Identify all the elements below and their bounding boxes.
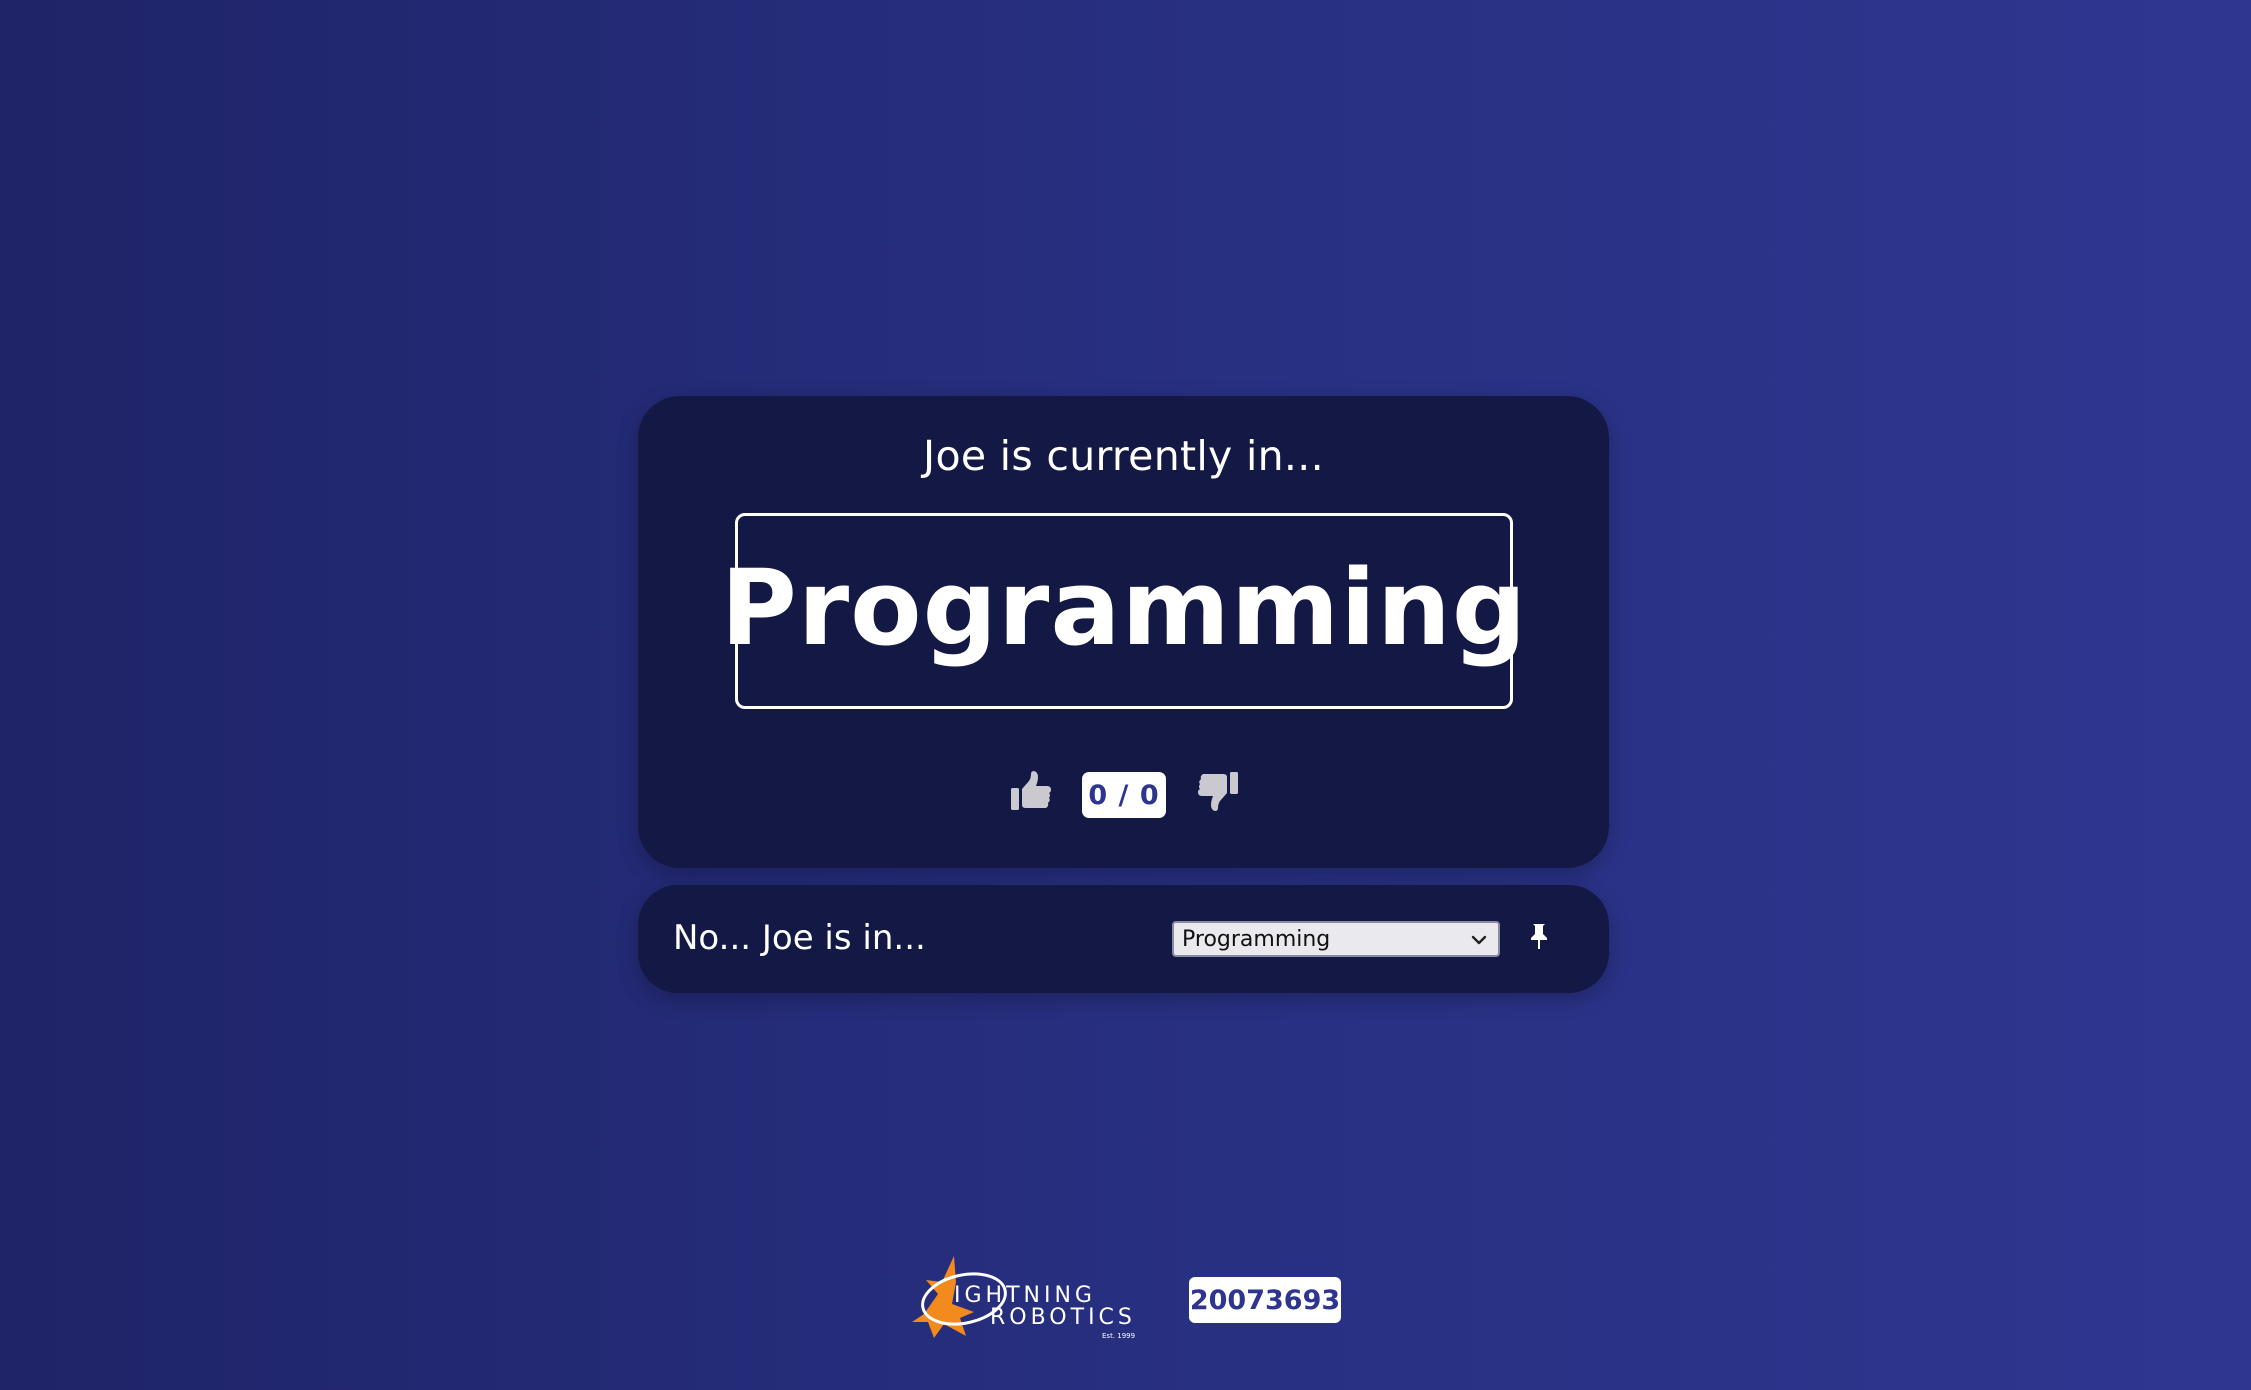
correction-bar: No... Joe is in... Programming: [638, 885, 1609, 993]
location-select[interactable]: Programming: [1172, 921, 1500, 957]
thumbs-down-icon[interactable]: [1196, 768, 1240, 812]
team-number-badge: 20073693: [1189, 1277, 1341, 1323]
location-select-value: Programming: [1182, 926, 1331, 952]
current-location-box: Programming: [721, 513, 1526, 709]
chevron-down-icon: [1471, 935, 1487, 945]
svg-text:Est. 1999: Est. 1999: [1102, 1332, 1135, 1340]
current-location: Programming: [720, 547, 1528, 669]
card-heading: Joe is currently in...: [923, 432, 1324, 480]
svg-text:ROBOTICS: ROBOTICS: [990, 1305, 1136, 1330]
vote-score: 0 / 0: [1082, 772, 1166, 818]
lightning-robotics-logo: IGHTNING ROBOTICS Est. 1999: [904, 1252, 1158, 1344]
thumbs-up-icon[interactable]: [1009, 770, 1053, 814]
location-card: Joe is currently in... Programming 0 / 0: [638, 396, 1609, 868]
pin-icon[interactable]: [1524, 921, 1554, 951]
correction-label: No... Joe is in...: [673, 918, 926, 958]
vote-row: 0 / 0: [638, 768, 1609, 818]
